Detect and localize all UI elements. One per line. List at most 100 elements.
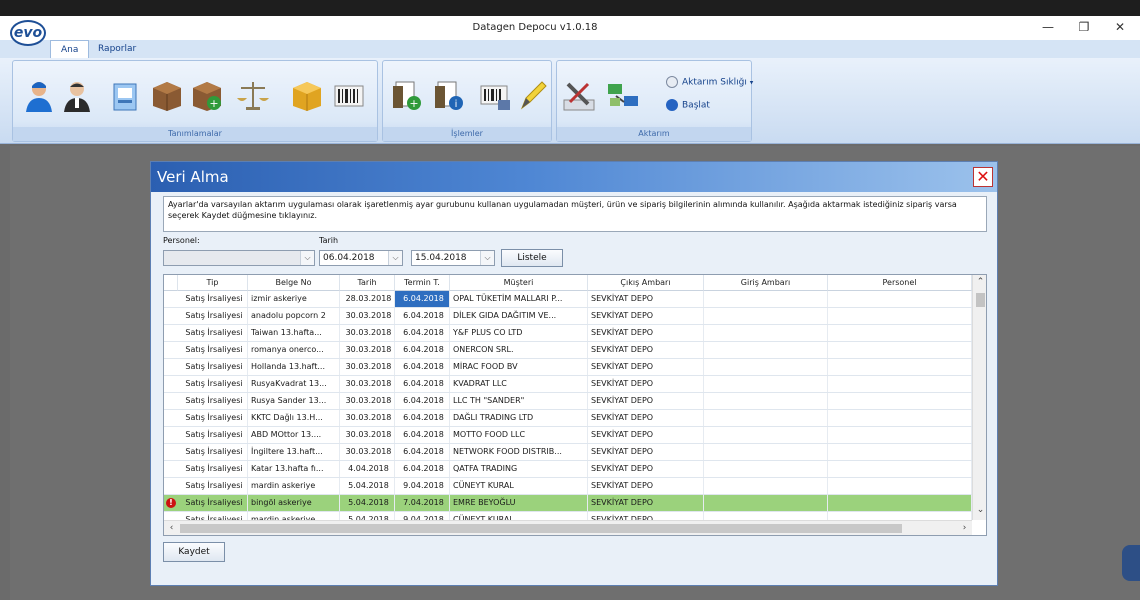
package-icon[interactable] — [290, 78, 324, 112]
table-row[interactable]: Satış İrsaliyesi anadolu popcorn 2 30.03.2… — [164, 308, 972, 325]
column-header-tarih[interactable]: Tarih — [340, 275, 395, 291]
column-header-giris-ambari[interactable]: Giriş Ambarı — [704, 275, 828, 291]
column-header-musteri[interactable]: Müşteri — [450, 275, 588, 291]
personel-label: Personel: — [163, 236, 200, 245]
cell-cikis-ambari: SEVKİYAT DEPO — [588, 495, 704, 511]
vertical-scrollbar[interactable]: ⌃ ⌄ — [972, 275, 986, 520]
cell-tip: Satış İrsaliyesi — [178, 291, 248, 307]
cell-termin: 6.04.2018 — [395, 444, 450, 460]
box-icon[interactable] — [150, 78, 184, 112]
scroll-down-icon[interactable]: ⌄ — [973, 503, 986, 518]
cell-cikis-ambari: SEVKİYAT DEPO — [588, 393, 704, 409]
table-row[interactable]: Satış İrsaliyesi Rusya Sander 13... 30.03.… — [164, 393, 972, 410]
baslat-button[interactable]: Başlat — [666, 99, 710, 111]
table-row[interactable]: ! Satış İrsaliyesi bingöl askeriye 5.04.201… — [164, 495, 972, 512]
barcode-icon[interactable] — [332, 78, 366, 112]
date-from-picker[interactable]: 06.04.2018 ⌵ — [319, 250, 403, 266]
cell-cikis-ambari: SEVKİYAT DEPO — [588, 359, 704, 375]
cell-belge-no: Katar 13.hafta fı... — [248, 461, 340, 477]
cell-tarih: 30.03.2018 — [340, 308, 395, 324]
table-row[interactable]: Satış İrsaliyesi KKTC Dağlı 13.H... 30.03.… — [164, 410, 972, 427]
group-label-aktarim: Aktarım — [557, 127, 751, 141]
cell-giris-ambari — [704, 342, 828, 358]
listele-button[interactable]: Listele — [501, 249, 563, 267]
person-icon[interactable] — [22, 78, 56, 112]
table-row[interactable]: Satış İrsaliyesi RusyaKvadrat 13... 30.03.… — [164, 376, 972, 393]
minimize-button[interactable]: — — [1030, 16, 1066, 38]
column-header-personel[interactable]: Personel — [828, 275, 972, 291]
app-logo-icon[interactable]: evo — [10, 20, 46, 46]
product-icon[interactable] — [108, 78, 142, 112]
table-row[interactable]: Satış İrsaliyesimardin askeriye5.04.2018… — [164, 478, 972, 495]
cell-tarih: 30.03.2018 — [340, 342, 395, 358]
horizontal-scroll-thumb[interactable] — [180, 524, 902, 533]
cell-musteri: DAĞLI TRADING LTD — [450, 410, 588, 426]
cell-tip: Satış İrsaliyesi — [178, 308, 248, 324]
cell-cikis-ambari: SEVKİYAT DEPO — [588, 325, 704, 341]
vertical-scroll-thumb[interactable] — [976, 293, 985, 307]
cell-personel — [828, 291, 972, 307]
cell-termin: 6.04.2018 — [395, 376, 450, 392]
cell-termin: 6.04.2018 — [395, 427, 450, 443]
box-add-icon[interactable]: + — [190, 78, 224, 112]
table-row[interactable]: Satış İrsaliyesi romanya onerco... 30.03.2… — [164, 342, 972, 359]
svg-text:i: i — [455, 99, 458, 110]
column-header-cikis-ambari[interactable]: Çıkış Ambarı — [588, 275, 704, 291]
kaydet-button[interactable]: Kaydet — [163, 542, 225, 562]
cell-musteri: CÜNEYT KURAL — [450, 478, 588, 494]
scroll-left-icon[interactable]: ‹ — [164, 521, 179, 535]
close-window-button[interactable]: ✕ — [1102, 16, 1138, 38]
cell-termin: 6.04.2018 — [395, 410, 450, 426]
scroll-up-icon[interactable]: ⌃ — [973, 275, 986, 290]
baslat-label: Başlat — [682, 100, 710, 111]
cell-tarih: 5.04.2018 — [340, 478, 395, 494]
table-row[interactable]: Satış İrsaliyesi Hollanda 13.haft... 30.03… — [164, 359, 972, 376]
cell-belge-no: Taiwan 13.hafta... — [248, 325, 340, 341]
restore-button[interactable]: ❐ — [1066, 16, 1102, 38]
tools-icon[interactable] — [562, 78, 596, 112]
chevron-down-icon[interactable]: ⌵ — [388, 251, 402, 265]
cell-belge-no: İngiltere 13.haft... — [248, 444, 340, 460]
aktarim-sikligi-dropdown[interactable]: Aktarım Sıklığı ▾ — [666, 76, 753, 88]
scroll-right-icon[interactable]: › — [957, 521, 972, 535]
column-header-termin[interactable]: Termin T. — [395, 275, 450, 291]
side-tab-icon[interactable] — [1122, 545, 1140, 581]
clock-icon — [666, 76, 678, 88]
cell-giris-ambari — [704, 495, 828, 511]
cell-tarih: 5.04.2018 — [340, 495, 395, 511]
date-to-picker[interactable]: 15.04.2018 ⌵ — [411, 250, 495, 266]
dialog-close-icon[interactable]: ✕ — [973, 167, 993, 187]
pencil-icon[interactable] — [516, 78, 550, 112]
personel-combo[interactable]: ⌵ — [163, 250, 315, 266]
document-info-icon[interactable]: i — [432, 78, 466, 112]
grid-row-header-gutter — [164, 275, 178, 291]
scale-icon[interactable] — [236, 78, 270, 112]
tab-raporlar[interactable]: Raporlar — [88, 40, 146, 58]
cell-belge-no: Rusya Sander 13... — [248, 393, 340, 409]
aktarim-sikligi-label: Aktarım Sıklığı — [682, 77, 747, 88]
table-row[interactable]: Satış İrsaliyesi Katar 13.hafta fı... 4.04… — [164, 461, 972, 478]
tab-ana[interactable]: Ana — [50, 40, 90, 58]
cell-belge-no: izmir askeriye — [248, 291, 340, 307]
chevron-down-icon[interactable]: ⌵ — [300, 251, 314, 265]
transfer-icon[interactable] — [606, 78, 640, 112]
table-row[interactable]: Satış İrsaliyesi ABD MOttor 13.... 30.03.2… — [164, 427, 972, 444]
cell-giris-ambari — [704, 393, 828, 409]
cell-musteri: Y&F PLUS CO LTD — [450, 325, 588, 341]
column-header-belge-no[interactable]: Belge No — [248, 275, 340, 291]
document-add-icon[interactable]: + — [390, 78, 424, 112]
cell-tarih: 4.04.2018 — [340, 461, 395, 477]
chevron-down-icon[interactable]: ⌵ — [480, 251, 494, 265]
column-header-tip[interactable]: Tip — [178, 275, 248, 291]
cell-giris-ambari — [704, 325, 828, 341]
table-row[interactable]: Satış İrsaliyesi Taiwan 13.hafta... 30.03.… — [164, 325, 972, 342]
horizontal-scrollbar[interactable]: ‹ › — [164, 520, 972, 535]
cell-personel — [828, 410, 972, 426]
table-row[interactable]: Satış İrsaliyesi İngiltere 13.haft... 30.0… — [164, 444, 972, 461]
manager-icon[interactable] — [60, 78, 94, 112]
cell-tarih: 30.03.2018 — [340, 444, 395, 460]
cell-giris-ambari — [704, 478, 828, 494]
barcode-print-icon[interactable] — [478, 78, 512, 112]
group-label-tanimlamalar: Tanımlamalar — [13, 127, 377, 141]
table-row[interactable]: Satış İrsaliyesi izmir askeriye 28.03.2018… — [164, 291, 972, 308]
